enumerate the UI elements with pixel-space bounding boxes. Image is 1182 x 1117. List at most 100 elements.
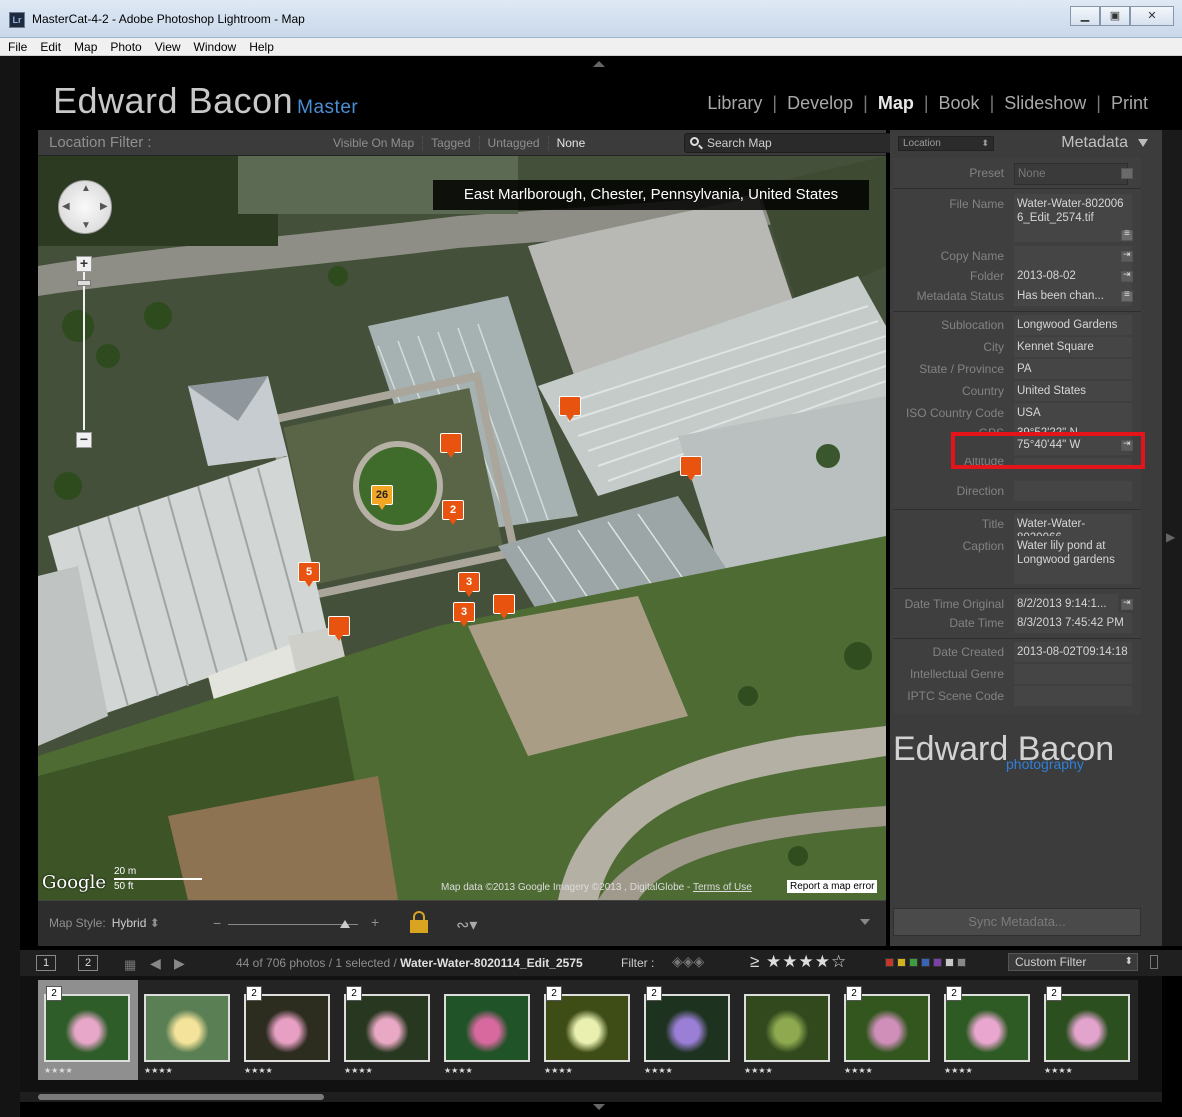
secondary-window-button[interactable]: 2	[78, 955, 98, 971]
metadata-panel-title[interactable]: Metadata	[1061, 134, 1128, 152]
thumbnail-image[interactable]	[144, 994, 230, 1062]
stack-count-badge[interactable]: 2	[46, 986, 62, 1001]
pan-left-icon[interactable]: ◀	[62, 201, 70, 212]
module-book[interactable]: Book	[939, 93, 980, 114]
metadata-value[interactable]: 8/3/2013 7:45:42 PM	[1014, 613, 1132, 633]
filmstrip-thumbnail[interactable]: 2 ★★★★	[338, 980, 438, 1080]
report-map-error-button[interactable]: Report a map error	[787, 880, 878, 893]
metadata-value[interactable]: United States	[1014, 381, 1132, 401]
filmstrip-thumbnail[interactable]: 2 ★★★★	[938, 980, 1038, 1080]
metadata-value[interactable]: 2013-08-02T09:14:18	[1014, 642, 1132, 662]
zoom-in-button[interactable]: +	[76, 256, 92, 272]
map-style-selector[interactable]: Map Style: Hybrid ⬍	[49, 916, 160, 930]
color-swatch-blue[interactable]	[921, 958, 930, 967]
metadata-preset-dropdown[interactable]: Location	[898, 136, 994, 151]
metadata-value[interactable]: 8/2/2013 9:14:1...	[1014, 594, 1118, 614]
pan-down-icon[interactable]: ▼	[81, 220, 91, 231]
pan-right-icon[interactable]: ▶	[100, 201, 108, 212]
stack-count-badge[interactable]: 2	[246, 986, 262, 1001]
module-slideshow[interactable]: Slideshow	[1004, 93, 1086, 114]
map-marker[interactable]	[328, 616, 350, 641]
main-window-button[interactable]: 1	[36, 955, 56, 971]
metadata-value[interactable]: Longwood Gardens	[1014, 315, 1132, 335]
collapse-triangle-icon[interactable]	[1138, 139, 1148, 147]
filmstrip-thumbnail[interactable]: 2 ★★★★	[838, 980, 938, 1080]
color-swatch-custom[interactable]	[945, 958, 954, 967]
metadata-value[interactable]	[1014, 481, 1132, 501]
sync-metadata-button[interactable]: Sync Metadata...	[893, 908, 1141, 936]
flag-filter-icon[interactable]: ◈◈◈	[672, 953, 704, 970]
metadata-value[interactable]	[1014, 664, 1132, 684]
menu-file[interactable]: File	[8, 40, 27, 54]
thumbnail-image[interactable]	[44, 994, 130, 1062]
pan-up-icon[interactable]: ▲	[81, 183, 91, 194]
map-marker[interactable]: 5	[298, 562, 320, 587]
map-marker[interactable]: 3	[458, 572, 480, 597]
thumbnail-image[interactable]	[244, 994, 330, 1062]
map-marker[interactable]: 2	[442, 500, 464, 525]
zoom-out-button[interactable]: −	[76, 432, 92, 448]
stack-count-badge[interactable]: 2	[846, 986, 862, 1001]
forward-arrow-icon[interactable]: ▶	[174, 955, 185, 972]
metadata-value[interactable]: Water lily pond at Longwood gardens	[1014, 536, 1132, 584]
map-marker[interactable]	[680, 456, 702, 481]
metadata-value[interactable]: Kennet Square	[1014, 337, 1132, 357]
back-arrow-icon[interactable]: ◀	[150, 955, 161, 972]
metadata-value[interactable]: USA	[1014, 403, 1132, 423]
rating-filter[interactable]: ≥ ★★★★☆	[750, 952, 847, 972]
stack-count-badge[interactable]: 2	[1046, 986, 1062, 1001]
menu-window[interactable]: Window	[194, 40, 237, 54]
module-map[interactable]: Map	[878, 93, 914, 114]
custom-filter-dropdown[interactable]: Custom Filter	[1008, 953, 1138, 971]
zoom-handle[interactable]	[77, 280, 91, 286]
search-map-input[interactable]: Search Map	[684, 133, 912, 153]
map-pan-control[interactable]: ▲ ▼ ◀ ▶	[58, 180, 112, 234]
menu-photo[interactable]: Photo	[110, 40, 141, 54]
filter-untagged[interactable]: Untagged	[478, 136, 548, 150]
map-marker[interactable]	[493, 594, 515, 619]
filter-visible-on-map[interactable]: Visible On Map	[325, 136, 422, 150]
thumbnail-image[interactable]	[644, 994, 730, 1062]
goto-arrow-icon[interactable]	[1121, 269, 1133, 282]
color-swatch-none[interactable]	[957, 958, 966, 967]
metadata-value[interactable]: Water-Water-8020066_Edit_2574.tif	[1014, 194, 1132, 242]
filmstrip-scrollbar[interactable]	[20, 1092, 1162, 1102]
filmstrip-thumbnail[interactable]: ★★★★	[438, 980, 538, 1080]
list-icon[interactable]	[1121, 228, 1133, 241]
menu-edit[interactable]: Edit	[40, 40, 61, 54]
list-icon[interactable]	[1121, 289, 1133, 302]
metadata-value[interactable]: Has been chan...	[1014, 286, 1132, 306]
metadata-value[interactable]	[1014, 246, 1132, 266]
goto-arrow-icon[interactable]	[1121, 597, 1133, 610]
top-panel-toggle-icon[interactable]	[593, 61, 605, 67]
goto-arrow-icon[interactable]	[1121, 249, 1133, 262]
filter-lock-icon[interactable]	[1150, 955, 1158, 969]
map-style-value[interactable]: Hybrid	[112, 916, 147, 930]
filmstrip-source-status[interactable]: 44 of 706 photos / 1 selected / Water-Wa…	[236, 956, 583, 970]
filmstrip-thumbnail[interactable]: 2 ★★★★	[538, 980, 638, 1080]
thumbnail-image[interactable]	[1044, 994, 1130, 1062]
module-library[interactable]: Library	[707, 93, 762, 114]
color-swatch-green[interactable]	[909, 958, 918, 967]
bottom-panel-toggle-icon[interactable]	[593, 1104, 605, 1110]
menu-view[interactable]: View	[155, 40, 181, 54]
metadata-value[interactable]	[1014, 686, 1132, 706]
zoom-slider-thumb[interactable]	[340, 920, 350, 928]
terms-of-use-link[interactable]: Terms of Use	[693, 882, 752, 893]
color-label-filter[interactable]	[885, 958, 966, 967]
thumbnail-image[interactable]	[744, 994, 830, 1062]
filmstrip-thumbnail[interactable]: ★★★★	[138, 980, 238, 1080]
right-panel-edge[interactable]: ▶	[1162, 130, 1182, 946]
menu-map[interactable]: Map	[74, 40, 97, 54]
map-marker-selected[interactable]: 26	[371, 485, 393, 510]
close-button[interactable]: ✕	[1130, 6, 1174, 26]
filmstrip-thumbnail[interactable]: ★★★★	[738, 980, 838, 1080]
module-print[interactable]: Print	[1111, 93, 1148, 114]
color-swatch-red[interactable]	[885, 958, 894, 967]
color-swatch-purple[interactable]	[933, 958, 942, 967]
dropdown-arrow-icon[interactable]	[1121, 168, 1133, 179]
thumbnail-image[interactable]	[844, 994, 930, 1062]
toolbar-menu-chevron-icon[interactable]	[860, 919, 870, 925]
filter-none[interactable]: None	[547, 136, 594, 150]
preset-dropdown[interactable]: None	[1014, 163, 1128, 185]
